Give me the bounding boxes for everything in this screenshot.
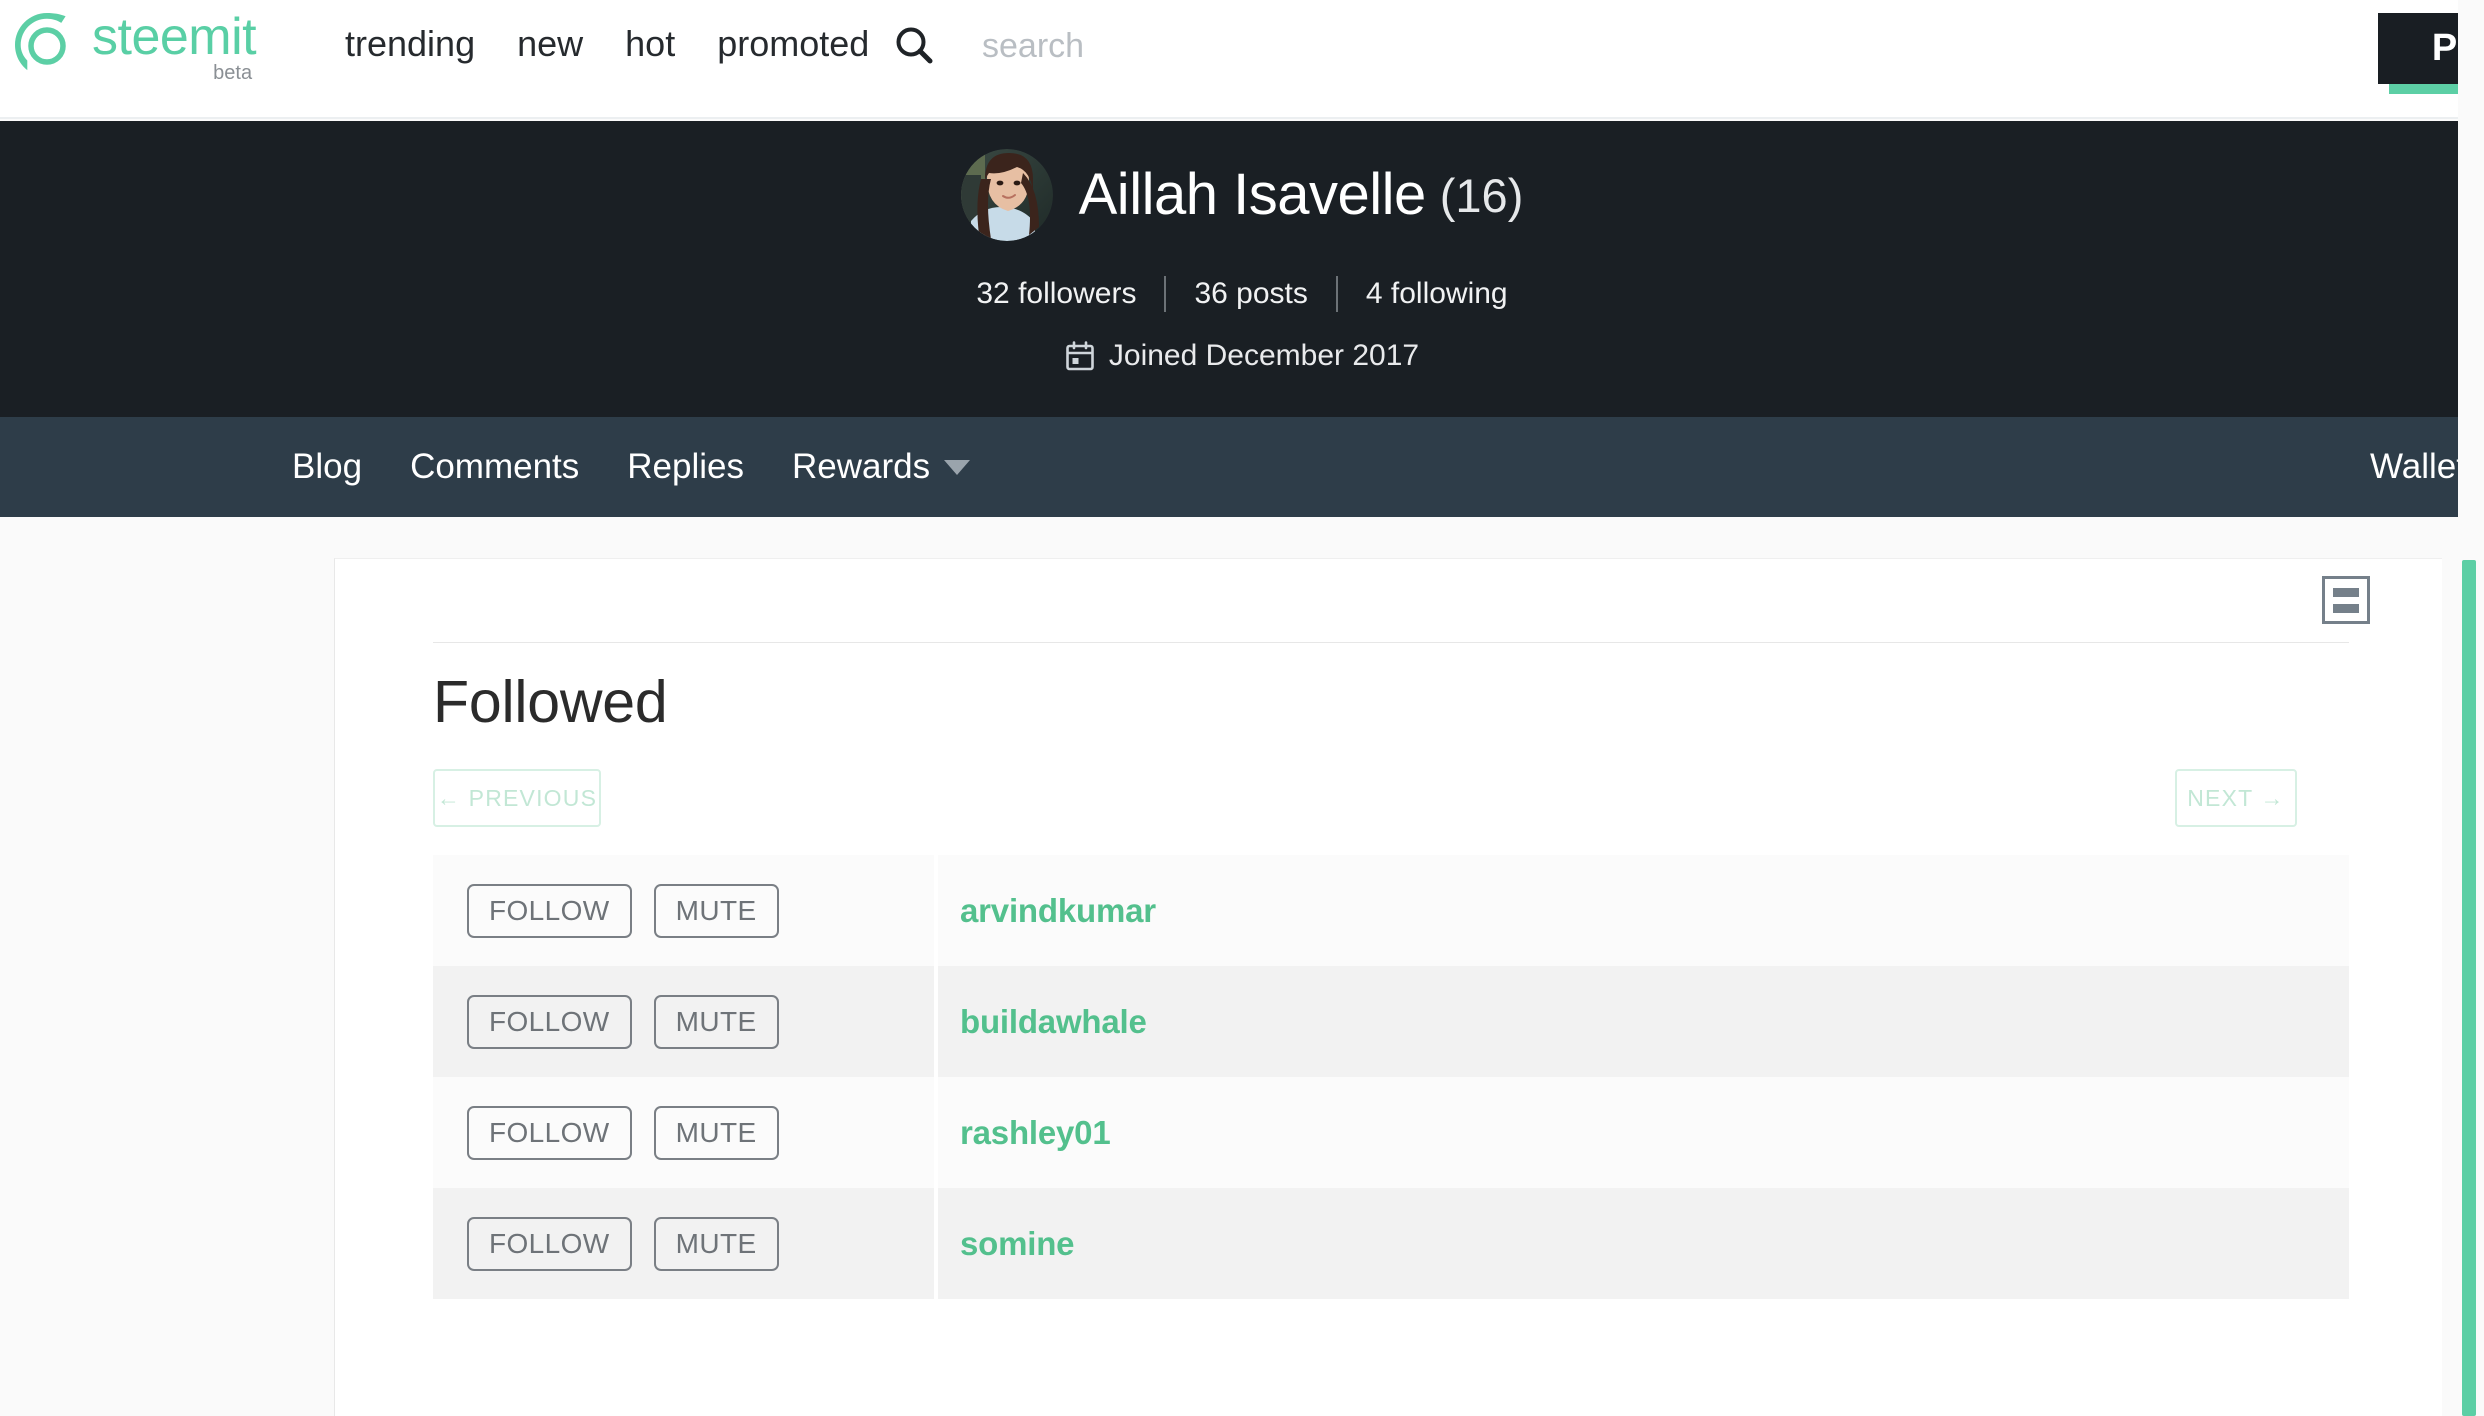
tab-comments[interactable]: Comments <box>410 447 579 487</box>
tab-rewards[interactable]: Rewards <box>792 447 971 487</box>
row-username-cell: somine <box>938 1188 2349 1299</box>
profile-identity-row: Aillah Isavelle (16) <box>0 149 2484 241</box>
profile-tabs: Blog Comments Replies Rewards <box>292 417 971 517</box>
username-link[interactable]: arvindkumar <box>960 892 1156 930</box>
mute-button[interactable]: MUTE <box>653 1105 779 1160</box>
brand-logo-link[interactable]: steemit beta <box>12 6 257 85</box>
page-body: Followed ← PREVIOUS NEXT → FOLLOW MUTE a… <box>0 517 2484 1416</box>
row-actions-cell: FOLLOW MUTE <box>433 966 938 1077</box>
following-count[interactable]: 4 following <box>1366 277 1508 311</box>
followers-count[interactable]: 32 followers <box>976 277 1136 311</box>
follow-button[interactable]: FOLLOW <box>467 1216 632 1271</box>
username-link[interactable]: rashley01 <box>960 1114 1111 1152</box>
avatar[interactable] <box>960 149 1053 241</box>
profile-reputation: (16) <box>1439 168 1524 222</box>
top-navigation-bar: steemit beta trending new hot promoted P… <box>0 0 2484 119</box>
profile-stats-row: 32 followers 36 posts 4 following <box>0 276 2484 312</box>
list-view-icon[interactable] <box>2322 576 2370 624</box>
pagination-controls: ← PREVIOUS NEXT → <box>433 769 2349 827</box>
table-row: FOLLOW MUTE somine <box>433 1188 2349 1299</box>
stats-divider <box>1164 276 1167 312</box>
followed-card: Followed ← PREVIOUS NEXT → FOLLOW MUTE a… <box>334 558 2442 1416</box>
username-link[interactable]: buildawhale <box>960 1003 1147 1041</box>
page-scrollbar-track[interactable] <box>2458 0 2484 1416</box>
search-icon[interactable] <box>890 22 938 70</box>
stats-divider <box>1335 276 1338 312</box>
username-link[interactable]: somine <box>960 1225 1075 1263</box>
follow-button[interactable]: FOLLOW <box>467 994 632 1049</box>
profile-hero: Aillah Isavelle (16) 32 followers 36 pos… <box>0 121 2484 417</box>
steemit-logo-icon <box>12 10 82 80</box>
follow-button[interactable]: FOLLOW <box>467 883 632 938</box>
row-username-cell: buildawhale <box>938 966 2349 1077</box>
brand-name: steemit <box>92 8 257 66</box>
nav-hot[interactable]: hot <box>625 22 675 66</box>
nav-trending[interactable]: trending <box>345 22 475 66</box>
profile-display-name: Aillah Isavelle <box>1078 162 1427 227</box>
previous-page-button[interactable]: ← PREVIOUS <box>433 769 601 827</box>
posts-count[interactable]: 36 posts <box>1194 277 1307 311</box>
row-actions-cell: FOLLOW MUTE <box>433 855 938 966</box>
table-row: FOLLOW MUTE buildawhale <box>433 966 2349 1077</box>
table-row: FOLLOW MUTE arvindkumar <box>433 855 2349 966</box>
page-scrollbar-thumb[interactable] <box>2462 560 2476 1416</box>
nav-promoted[interactable]: promoted <box>717 22 869 66</box>
next-page-button[interactable]: NEXT → <box>2175 769 2297 827</box>
tab-replies[interactable]: Replies <box>627 447 744 487</box>
mute-button[interactable]: MUTE <box>653 883 779 938</box>
list-view-bar <box>2333 587 2359 597</box>
followed-list: FOLLOW MUTE arvindkumar FOLLOW MUTE buil… <box>433 855 2349 1299</box>
row-actions-cell: FOLLOW MUTE <box>433 1188 938 1299</box>
tab-rewards-label: Rewards <box>792 447 931 486</box>
mute-button[interactable]: MUTE <box>653 994 779 1049</box>
follow-button[interactable]: FOLLOW <box>467 1105 632 1160</box>
row-username-cell: rashley01 <box>938 1077 2349 1188</box>
card-divider <box>433 642 2349 643</box>
table-row: FOLLOW MUTE rashley01 <box>433 1077 2349 1188</box>
row-actions-cell: FOLLOW MUTE <box>433 1077 938 1188</box>
profile-joined-row: Joined December 2017 <box>0 339 2484 373</box>
list-view-bar <box>2333 603 2359 613</box>
mute-button[interactable]: MUTE <box>653 1216 779 1271</box>
tab-wallet[interactable]: Wallet <box>2370 417 2466 517</box>
profile-tab-bar: Blog Comments Replies Rewards Wallet <box>0 417 2484 517</box>
page-title: Followed <box>433 669 668 735</box>
row-username-cell: arvindkumar <box>938 855 2349 966</box>
chevron-down-icon <box>944 459 971 475</box>
nav-new[interactable]: new <box>517 22 583 66</box>
profile-joined-date: Joined December 2017 <box>1108 339 1420 372</box>
search-area <box>890 22 1402 70</box>
calendar-icon <box>1065 341 1095 371</box>
search-input[interactable] <box>982 26 1402 66</box>
primary-nav-links: trending new hot promoted <box>345 22 869 66</box>
tab-blog[interactable]: Blog <box>292 447 362 487</box>
